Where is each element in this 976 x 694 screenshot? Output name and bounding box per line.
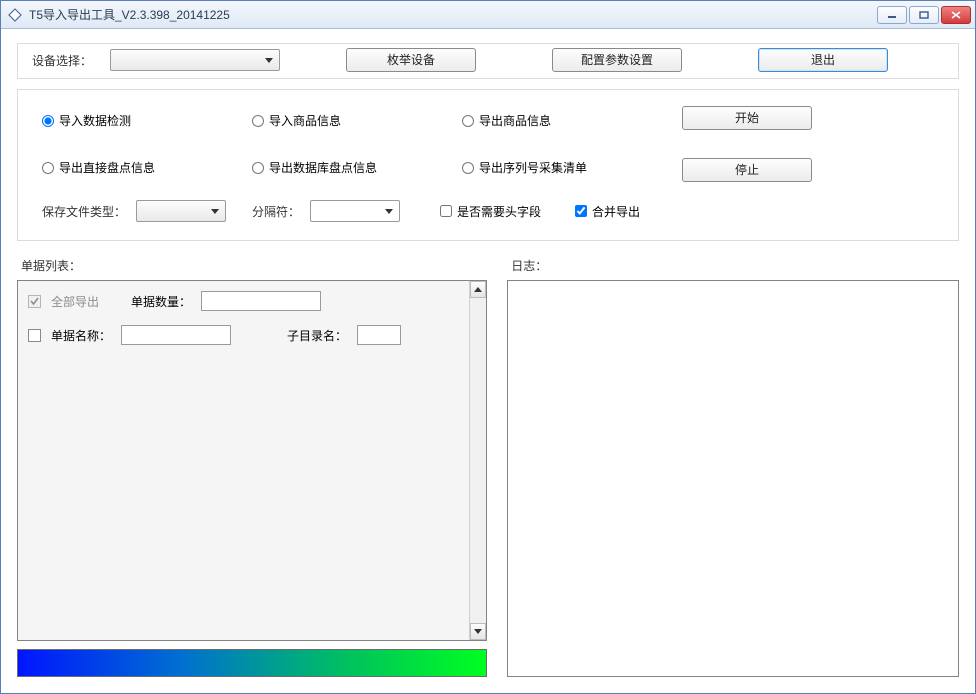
radio-import-check[interactable]: 导入数据检测 bbox=[42, 112, 252, 129]
delimiter-label: 分隔符： bbox=[252, 203, 300, 220]
device-panel: 设备选择： 枚举设备 配置参数设置 退出 bbox=[17, 43, 959, 79]
titlebar: T5导入导出工具_V2.3.398_20141225 bbox=[1, 1, 975, 29]
radio-export-db[interactable]: 导出数据库盘点信息 bbox=[252, 159, 462, 176]
close-button[interactable] bbox=[941, 6, 971, 24]
list-title: 单据列表： bbox=[21, 257, 487, 274]
radio-export-serial[interactable]: 导出序列号采集清单 bbox=[462, 159, 672, 176]
minimize-button[interactable] bbox=[877, 6, 907, 24]
window-title: T5导入导出工具_V2.3.398_20141225 bbox=[29, 6, 230, 23]
log-box bbox=[507, 280, 959, 677]
count-input[interactable] bbox=[201, 291, 321, 311]
list-scrollbar[interactable] bbox=[469, 281, 486, 640]
app-window: T5导入导出工具_V2.3.398_20141225 设备选择： 枚举设备 配置… bbox=[0, 0, 976, 694]
need-header-checkbox[interactable]: 是否需要头字段 bbox=[440, 203, 541, 220]
export-all-label: 全部导出 bbox=[51, 293, 99, 310]
name-label: 单据名称： bbox=[51, 327, 111, 344]
lower-area: 单据列表： 全部导出 单据数量： 单据名称： bbox=[17, 251, 959, 677]
name-input[interactable] bbox=[121, 325, 231, 345]
radio-import-product[interactable]: 导入商品信息 bbox=[252, 112, 462, 129]
progress-bar bbox=[17, 649, 487, 677]
enum-device-button[interactable]: 枚举设备 bbox=[346, 48, 476, 72]
subdir-label: 子目录名： bbox=[287, 327, 347, 344]
list-box: 全部导出 单据数量： 单据名称： 子目录名： bbox=[17, 280, 487, 641]
file-type-label: 保存文件类型： bbox=[42, 203, 126, 220]
export-all-checkbox bbox=[28, 295, 41, 308]
config-button[interactable]: 配置参数设置 bbox=[552, 48, 682, 72]
name-checkbox[interactable] bbox=[28, 329, 41, 342]
device-select-combo[interactable] bbox=[110, 49, 280, 71]
log-title: 日志： bbox=[511, 257, 959, 274]
stop-button[interactable]: 停止 bbox=[682, 158, 812, 182]
count-label: 单据数量： bbox=[131, 293, 191, 310]
app-icon bbox=[7, 7, 23, 23]
delimiter-combo[interactable] bbox=[310, 200, 400, 222]
radio-export-direct[interactable]: 导出直接盘点信息 bbox=[42, 159, 252, 176]
exit-button[interactable]: 退出 bbox=[758, 48, 888, 72]
device-select-label: 设备选择： bbox=[32, 52, 92, 69]
file-type-combo[interactable] bbox=[136, 200, 226, 222]
merge-export-checkbox[interactable]: 合并导出 bbox=[575, 203, 640, 220]
maximize-button[interactable] bbox=[909, 6, 939, 24]
start-button[interactable]: 开始 bbox=[682, 106, 812, 130]
radio-export-product[interactable]: 导出商品信息 bbox=[462, 112, 672, 129]
options-panel: 导入数据检测 导入商品信息 导出商品信息 开始 停止 导出直接盘点信息 bbox=[17, 89, 959, 241]
subdir-input[interactable] bbox=[357, 325, 401, 345]
client-area: 设备选择： 枚举设备 配置参数设置 退出 导入数据检测 导入商品信息 bbox=[1, 29, 975, 693]
